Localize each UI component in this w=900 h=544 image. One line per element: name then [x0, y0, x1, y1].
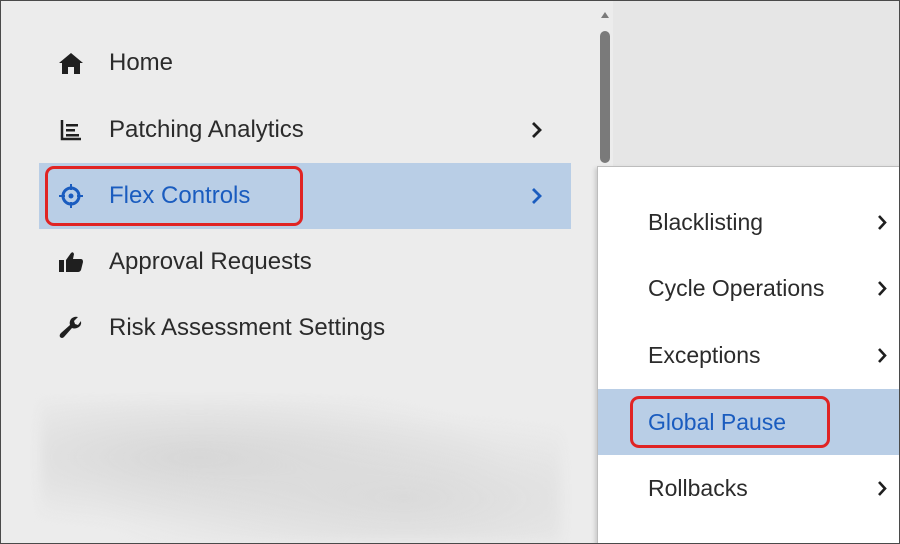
submenu-item-label: Cycle Operations: [648, 274, 825, 301]
chevron-right-icon: [525, 184, 549, 208]
submenu-item-cycle-operations[interactable]: Cycle Operations: [598, 255, 899, 321]
chevron-right-icon: [525, 118, 549, 142]
sidebar-item-label: Home: [109, 49, 174, 76]
submenu-item-global-pause[interactable]: Global Pause: [598, 389, 899, 455]
flex-controls-submenu: Blacklisting Cycle Operations Exceptions…: [597, 166, 899, 543]
sidebar-item-risk-assessment-settings[interactable]: Risk Assessment Settings: [39, 295, 571, 361]
app-window: Home Patching Analytics Flex Controls Ap…: [0, 0, 900, 544]
scrollbar[interactable]: [597, 1, 613, 171]
chevron-right-icon: [872, 477, 892, 499]
sidebar-item-label: Flex Controls: [109, 182, 251, 209]
submenu-item-exceptions[interactable]: Exceptions: [598, 322, 899, 388]
submenu-item-label: Global Pause: [648, 408, 787, 435]
chevron-right-icon: [872, 344, 892, 366]
chevron-right-icon: [872, 277, 892, 299]
sidebar-item-label: Approval Requests: [109, 248, 312, 275]
submenu-item-label: Rollbacks: [648, 474, 748, 501]
sidebar-item-home[interactable]: Home: [39, 30, 571, 96]
home-icon: [55, 47, 87, 79]
thumbs-up-icon: [55, 246, 87, 278]
chevron-right-icon: [872, 211, 892, 233]
submenu-item-label: Blacklisting: [648, 208, 764, 235]
scroll-up-arrow-icon[interactable]: [600, 7, 610, 18]
content-area: [613, 1, 899, 171]
sidebar-item-flex-controls[interactable]: Flex Controls: [39, 163, 571, 229]
wrench-icon: [55, 312, 87, 344]
submenu-item-blacklisting[interactable]: Blacklisting: [598, 189, 899, 255]
sidebar-item-patching-analytics[interactable]: Patching Analytics: [39, 97, 571, 163]
sidebar-item-label: Patching Analytics: [109, 116, 304, 143]
chart-icon: [55, 114, 87, 146]
submenu-item-label: Exceptions: [648, 341, 761, 368]
blurred-content: [41, 401, 561, 541]
crosshair-icon: [55, 180, 87, 212]
scroll-thumb[interactable]: [600, 31, 610, 163]
sidebar-item-label: Risk Assessment Settings: [109, 314, 386, 341]
sidebar-menu: Home Patching Analytics Flex Controls Ap…: [1, 1, 597, 543]
sidebar-item-approval-requests[interactable]: Approval Requests: [39, 229, 571, 295]
submenu-item-rollbacks[interactable]: Rollbacks: [598, 455, 899, 521]
